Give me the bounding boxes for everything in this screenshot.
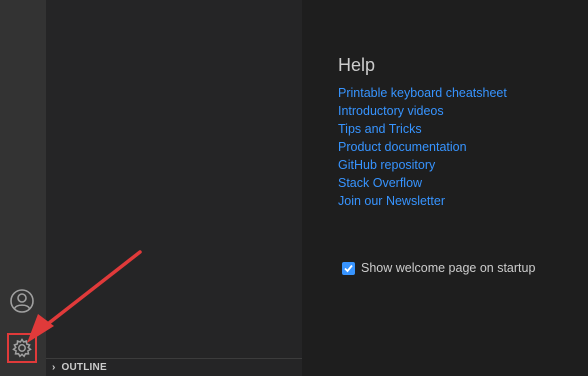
link-newsletter[interactable]: Join our Newsletter (338, 192, 507, 210)
help-heading: Help (338, 55, 376, 75)
account-icon[interactable] (9, 288, 35, 314)
gear-icon[interactable] (7, 333, 37, 363)
activity-bar (0, 0, 46, 376)
outline-label: OUTLINE (61, 362, 107, 373)
help-links: Printable keyboard cheatsheet Introducto… (338, 84, 507, 210)
startup-option: Show welcome page on startup (342, 261, 535, 275)
link-introductory-videos[interactable]: Introductory videos (338, 102, 507, 120)
link-stack-overflow[interactable]: Stack Overflow (338, 174, 507, 192)
chevron-right-icon: › (52, 362, 56, 373)
startup-label: Show welcome page on startup (361, 261, 536, 275)
welcome-page: Help Printable keyboard cheatsheet Intro… (302, 0, 588, 376)
startup-checkbox[interactable] (342, 261, 355, 275)
link-tips-and-tricks[interactable]: Tips and Tricks (338, 120, 507, 138)
link-keyboard-cheatsheet[interactable]: Printable keyboard cheatsheet (338, 84, 507, 102)
link-github-repository[interactable]: GitHub repository (338, 156, 507, 174)
link-product-documentation[interactable]: Product documentation (338, 138, 507, 156)
sidebar: › OUTLINE (46, 0, 302, 376)
outline-section-header[interactable]: › OUTLINE (46, 358, 302, 376)
